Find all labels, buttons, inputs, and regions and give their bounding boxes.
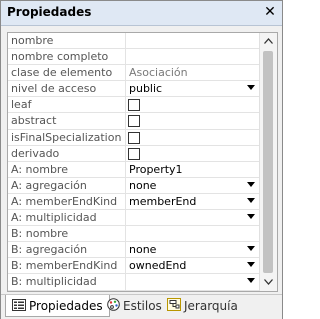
property-row[interactable]: A: nombre Property1 xyxy=(8,161,259,178)
property-name: isFinalSpecialization xyxy=(11,130,122,144)
dropdown-arrow-icon[interactable] xyxy=(247,85,255,91)
property-value-input[interactable] xyxy=(129,34,257,48)
property-row[interactable]: B: nombre xyxy=(8,226,259,243)
dropdown-arrow-icon[interactable] xyxy=(247,197,255,203)
tab-label: Estilos xyxy=(123,299,162,313)
property-name: A: nombre xyxy=(11,162,68,176)
property-row[interactable]: abstract xyxy=(8,113,259,130)
property-grid: nombre nombre completo clase de elemento As… xyxy=(7,32,278,292)
column-divider xyxy=(125,242,126,258)
property-row[interactable]: clase de elemento Asociación xyxy=(8,65,259,82)
property-row[interactable]: nivel de acceso public xyxy=(8,81,259,98)
column-divider xyxy=(125,49,126,65)
property-name: A: memberEndKind xyxy=(11,194,118,208)
property-value-readonly: Asociación xyxy=(129,66,188,80)
dropdown-arrow-icon[interactable] xyxy=(247,246,255,252)
property-row[interactable]: isFinalSpecialization xyxy=(8,129,259,146)
property-name: A: agregación xyxy=(11,178,87,192)
property-name: abstract xyxy=(11,114,57,128)
window-title: Propiedades xyxy=(7,5,92,19)
column-divider xyxy=(125,81,126,97)
property-value-select[interactable]: memberEnd xyxy=(129,195,257,209)
property-checkbox[interactable] xyxy=(128,115,140,128)
column-divider xyxy=(125,193,126,210)
property-name: derivado xyxy=(11,146,60,160)
property-rows: nombre nombre completo clase de elemento As… xyxy=(8,33,259,291)
property-row[interactable]: A: memberEndKind memberEnd xyxy=(8,193,259,211)
scroll-down-icon[interactable] xyxy=(260,274,277,291)
title-bar: Propiedades ✕ xyxy=(1,1,282,26)
property-checkbox[interactable] xyxy=(128,147,140,160)
properties-window: Propiedades ✕ nombre nombre completo clase… xyxy=(0,0,283,319)
dropdown-arrow-icon[interactable] xyxy=(247,181,255,187)
property-checkbox[interactable] xyxy=(128,99,140,112)
tab-jerarquia[interactable]: Jerarquía xyxy=(161,295,244,317)
property-value-select[interactable] xyxy=(129,275,257,289)
property-value-select[interactable]: ownedEnd xyxy=(129,259,257,273)
close-icon[interactable]: ✕ xyxy=(262,3,278,21)
property-row[interactable]: A: multiplicidad xyxy=(8,210,259,227)
property-value-input[interactable]: Property1 xyxy=(129,163,257,177)
scrollbar-thumb[interactable] xyxy=(263,51,273,273)
property-checkbox[interactable] xyxy=(128,131,140,144)
property-row[interactable]: derivado xyxy=(8,145,259,162)
property-row[interactable]: B: agregación none xyxy=(8,242,259,259)
property-name: A: multiplicidad xyxy=(11,211,97,225)
dropdown-arrow-icon[interactable] xyxy=(247,278,255,284)
dropdown-arrow-icon[interactable] xyxy=(247,214,255,220)
dropdown-arrow-icon[interactable] xyxy=(247,262,255,268)
property-name: nivel de acceso xyxy=(11,82,97,96)
column-divider xyxy=(125,97,126,113)
column-divider xyxy=(125,258,126,274)
column-divider xyxy=(125,65,126,81)
property-name: B: agregación xyxy=(11,243,88,257)
palette-icon xyxy=(107,296,120,318)
property-name: clase de elemento xyxy=(11,66,113,80)
property-value-select[interactable]: none xyxy=(129,243,257,257)
property-row[interactable]: nombre xyxy=(8,33,259,50)
property-value-select[interactable]: none xyxy=(129,179,257,193)
column-divider xyxy=(125,161,126,177)
vertical-scrollbar[interactable] xyxy=(259,33,277,291)
property-name: B: memberEndKind xyxy=(11,259,118,273)
property-name: leaf xyxy=(11,98,32,112)
property-name: B: multiplicidad xyxy=(11,275,97,289)
property-name: B: nombre xyxy=(11,227,69,241)
column-divider xyxy=(125,145,126,161)
property-row[interactable]: A: agregación none xyxy=(8,177,259,194)
property-name: nombre xyxy=(11,34,54,47)
column-divider xyxy=(125,210,126,226)
property-value-select[interactable] xyxy=(129,211,257,225)
tab-propiedades[interactable]: Propiedades xyxy=(5,295,110,317)
column-divider xyxy=(125,274,126,290)
property-row[interactable]: B: memberEndKind ownedEnd xyxy=(8,258,259,275)
property-name: nombre completo xyxy=(11,50,109,64)
column-divider xyxy=(125,177,126,193)
column-divider xyxy=(125,129,126,145)
property-value-input[interactable] xyxy=(129,227,257,241)
property-row[interactable]: nombre completo xyxy=(8,49,259,66)
tab-label: Jerarquía xyxy=(184,299,238,313)
column-divider xyxy=(125,33,126,49)
hierarchy-icon xyxy=(167,296,181,318)
property-value-select[interactable]: public xyxy=(129,82,257,96)
tab-estilos[interactable]: Estilos xyxy=(101,295,168,317)
properties-icon xyxy=(12,296,26,318)
column-divider xyxy=(125,226,126,242)
property-row[interactable]: B: multiplicidad xyxy=(8,274,259,291)
property-value-input[interactable] xyxy=(129,50,257,64)
property-row[interactable]: leaf xyxy=(8,97,259,114)
column-divider xyxy=(125,113,126,129)
scroll-up-icon[interactable] xyxy=(260,33,277,50)
bottom-tab-bar: Propiedades Estilos Jerarquía xyxy=(1,294,282,319)
tab-label: Propiedades xyxy=(29,299,103,313)
